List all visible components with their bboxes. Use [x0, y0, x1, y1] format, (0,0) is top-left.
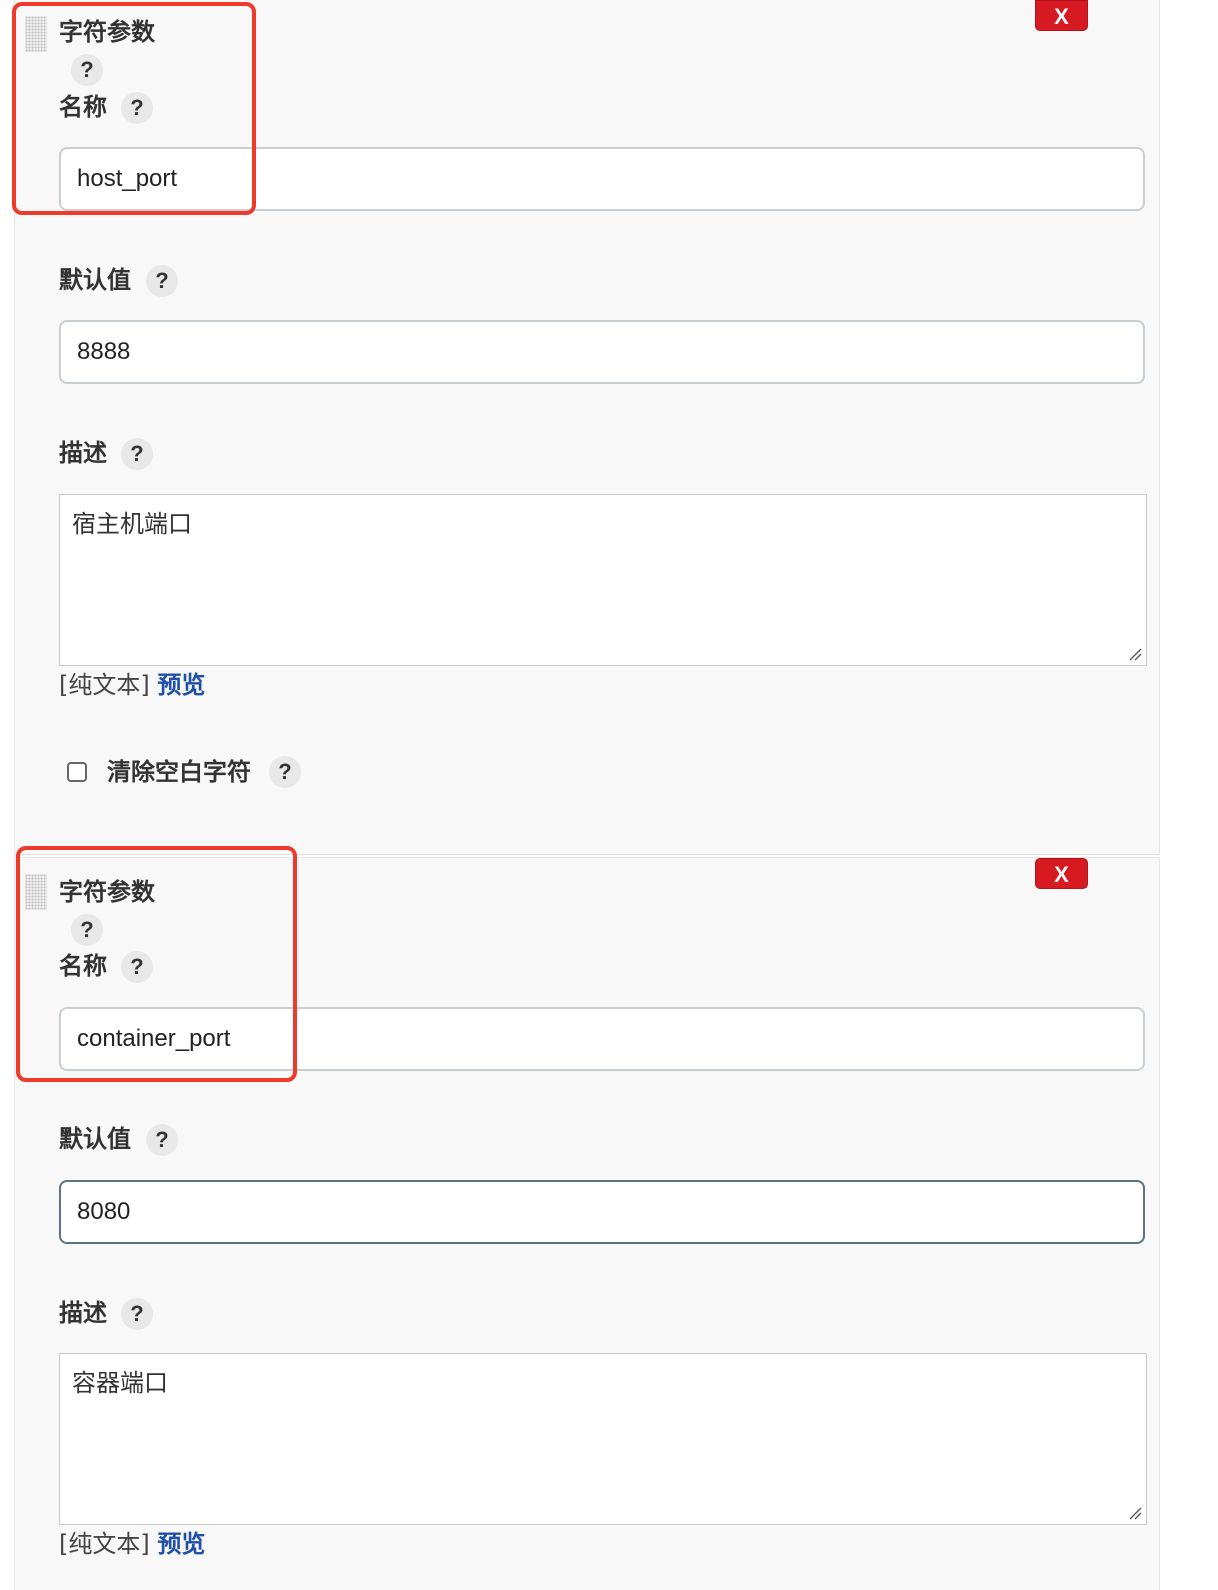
name-input[interactable] — [59, 147, 1145, 211]
description-textarea[interactable]: 容器端口 — [59, 1353, 1147, 1525]
drag-handle-icon[interactable] — [25, 874, 47, 910]
description-textarea[interactable]: 宿主机端口 — [59, 494, 1147, 666]
string-parameter-block: 字符参数 ? X 名称 ? 默认值 ? 描述 ? 容器端口 [纯文本] 预览 — [14, 857, 1160, 1590]
description-label: 描述 — [59, 1299, 107, 1327]
preview-link[interactable]: 预览 — [157, 671, 205, 699]
resize-grip-icon[interactable] — [1128, 647, 1142, 661]
markup-format-line: [纯文本] 预览 — [59, 1529, 205, 1559]
plain-text-format-label: [纯文本] — [59, 1530, 150, 1558]
description-help-icon[interactable]: ? — [121, 1298, 153, 1330]
plain-text-format-label: [纯文本] — [59, 671, 150, 699]
description-help-icon[interactable]: ? — [121, 438, 153, 470]
trim-whitespace-label: 清除空白字符 — [107, 758, 251, 786]
default-value-label: 默认值 — [59, 266, 131, 294]
string-parameter-block: 字符参数 ? X 名称 ? 默认值 ? 描述 ? 宿主机端口 [纯文本] 预览 … — [14, 0, 1160, 855]
trim-whitespace-checkbox[interactable] — [67, 762, 87, 782]
default-value-input[interactable] — [59, 1180, 1145, 1244]
default-value-help-icon[interactable]: ? — [146, 1124, 178, 1156]
description-text: 容器端口 — [72, 1369, 168, 1397]
delete-parameter-button[interactable]: X — [1035, 858, 1088, 889]
description-label: 描述 — [59, 439, 107, 467]
help-icon[interactable]: ? — [71, 914, 103, 946]
default-value-label: 默认值 — [59, 1125, 131, 1153]
parameter-type-title: 字符参数 — [59, 878, 155, 906]
trim-help-icon[interactable]: ? — [269, 756, 301, 788]
description-text: 宿主机端口 — [72, 510, 192, 538]
preview-link[interactable]: 预览 — [157, 1530, 205, 1558]
parameters-page: 字符参数 ? X 名称 ? 默认值 ? 描述 ? 宿主机端口 [纯文本] 预览 … — [0, 0, 1218, 1590]
markup-format-line: [纯文本] 预览 — [59, 670, 205, 700]
default-value-help-icon[interactable]: ? — [146, 265, 178, 297]
name-label: 名称 — [59, 93, 107, 121]
help-icon[interactable]: ? — [71, 54, 103, 86]
name-label: 名称 — [59, 952, 107, 980]
parameter-type-title: 字符参数 — [59, 18, 155, 46]
delete-parameter-button[interactable]: X — [1035, 0, 1088, 31]
name-help-icon[interactable]: ? — [121, 951, 153, 983]
drag-handle-icon[interactable] — [25, 16, 47, 52]
resize-grip-icon[interactable] — [1128, 1506, 1142, 1520]
name-input[interactable] — [59, 1007, 1145, 1071]
name-help-icon[interactable]: ? — [121, 92, 153, 124]
default-value-input[interactable] — [59, 320, 1145, 384]
